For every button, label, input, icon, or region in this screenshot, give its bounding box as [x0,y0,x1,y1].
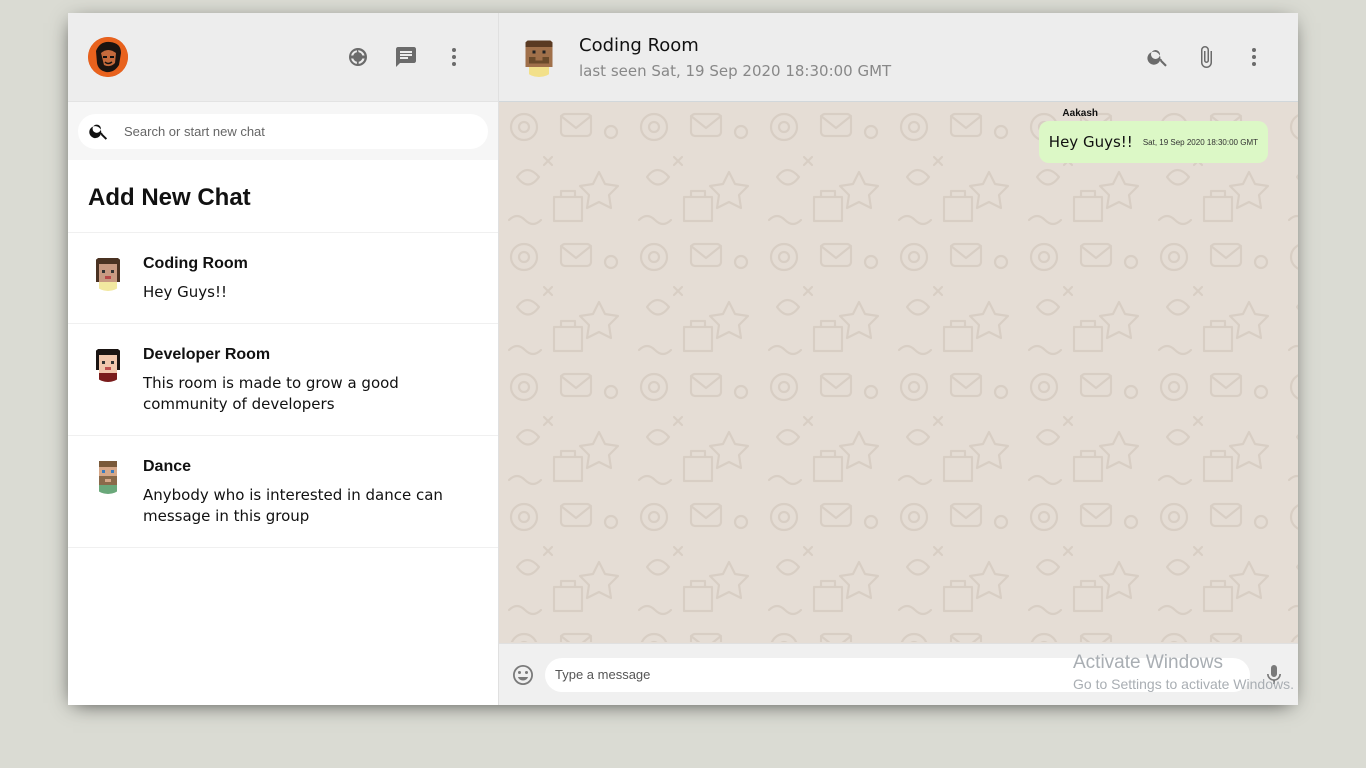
attach-file-icon[interactable] [1194,45,1218,69]
search-icon [89,124,108,140]
pixel-avatar-pink-icon [90,255,126,291]
search-box [78,113,488,149]
chat-last-message: Hey Guys!! [143,283,228,301]
chat-info: Coding Room Hey Guys!! [143,253,248,303]
chat-list: Add New Chat Coding Room Hey Guys!! Deve… [68,160,498,705]
search-icon[interactable] [1146,45,1170,69]
user-avatar[interactable] [88,37,128,77]
chat-info: Developer Room This room is made to grow… [143,344,478,415]
mic-icon[interactable] [1262,663,1286,687]
more-vert-icon[interactable] [1242,45,1266,69]
chat-item-dance[interactable]: Dance Anybody who is interested in dance… [68,436,498,548]
chat-last-message: This room is made to grow a good communi… [143,374,399,413]
search-container [68,102,498,160]
chat-item-developer-room[interactable]: Developer Room This room is made to grow… [68,324,498,436]
chat-header: Coding Room last seen Sat, 19 Sep 2020 1… [499,13,1298,102]
chat-panel: Coding Room last seen Sat, 19 Sep 2020 1… [499,13,1298,705]
message-form [545,657,1250,692]
pixel-avatar-beard-icon [90,458,126,494]
last-seen: last seen Sat, 19 Sep 2020 18:30:00 GMT [579,61,892,80]
whatsapp-clone-app: Add New Chat [68,13,1298,705]
chat-header-info: Coding Room last seen Sat, 19 Sep 2020 1… [579,35,1146,80]
chat-body: Aakash Hey Guys!! Sat, 19 Sep 2020 18:30… [499,102,1298,643]
emoji-icon[interactable] [511,663,535,687]
sidebar-header [68,13,498,102]
message-text: Hey Guys!! [1048,133,1133,151]
new-chat-icon[interactable] [394,45,418,69]
chat-last-message: Anybody who is interested in dance can m… [143,486,443,525]
add-new-chat-button[interactable]: Add New Chat [68,160,498,233]
message-timestamp: Sat, 19 Sep 2020 18:30:00 GMT [1142,137,1258,147]
doodle-background [499,102,1298,642]
message-bubble[interactable]: Hey Guys!! Sat, 19 Sep 2020 18:30:00 GMT [1038,121,1268,163]
search-input[interactable] [124,123,424,139]
sidebar: Add New Chat [68,13,499,705]
message-sender: Aakash [1062,108,1098,119]
pixel-avatar-brown-icon[interactable] [519,37,559,77]
chat-name: Dance [143,458,192,475]
chat-item-coding-room[interactable]: Coding Room Hey Guys!! [68,233,498,324]
chat-name: Developer Room [143,346,271,363]
chat-title: Coding Room [579,34,699,56]
chat-name: Coding Room [143,255,248,272]
add-new-chat-label: Add New Chat [88,184,251,211]
more-vert-icon[interactable] [442,45,466,69]
status-icon[interactable] [346,45,370,69]
message-input[interactable] [555,667,1240,682]
chat-footer [499,643,1298,705]
pixel-avatar-dark-icon [90,346,126,382]
message-container: Aakash Hey Guys!! Sat, 19 Sep 2020 18:30… [529,108,1268,163]
chat-info: Dance Anybody who is interested in dance… [143,456,478,527]
